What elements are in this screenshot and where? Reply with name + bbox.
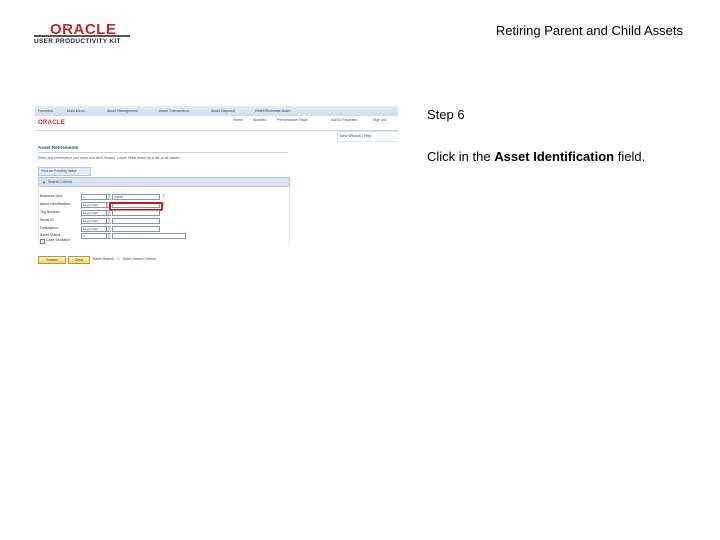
page-title: Asset Retirements (38, 145, 79, 150)
menu-worklist[interactable]: Worklist (253, 118, 266, 122)
chevron-down-icon[interactable] (106, 211, 111, 215)
chevron-down-icon[interactable] (106, 195, 111, 199)
field-label-asset-identification: Asset Identification: (40, 202, 72, 206)
instruction-target: Asset Identification (494, 149, 615, 164)
breadcrumb-retire-asset[interactable]: Retire/Reinstate Asset (255, 109, 291, 113)
topic-title: Retiring Parent and Child Assets (495, 23, 683, 38)
logo-subtitle: USER PRODUCTIVITY KIT (34, 38, 121, 45)
save-search-link[interactable]: Save Search Criteria (123, 257, 156, 261)
breadcrumb-asset-management[interactable]: Asset Management (107, 109, 138, 113)
breadcrumb-asset-disposal[interactable]: Asset Disposal (211, 109, 235, 113)
case-sensitive-label: Case Sensitive (46, 238, 70, 242)
field-label-tag-number: Tag Number: (40, 210, 61, 214)
search-button[interactable]: Search (38, 256, 66, 264)
search-icon[interactable]: ⚲ (162, 193, 165, 198)
step-instruction: Click in the Asset Identification field. (427, 149, 645, 164)
menu-performance-trace[interactable]: Performance Trace (277, 118, 308, 122)
basic-search-link[interactable]: Basic Search (93, 257, 114, 261)
oracle-upk-logo: ORACLE USER PRODUCTIVITY KIT (32, 22, 132, 48)
save-icon: ✎ (117, 257, 121, 261)
tab-find-existing-value[interactable]: Find an Existing Value (38, 167, 91, 176)
title-divider (38, 152, 288, 153)
business-unit-input[interactable]: US001 (112, 194, 160, 200)
menu-sign-out[interactable]: Sign out (373, 118, 386, 122)
menu-home[interactable]: Home (233, 118, 243, 122)
section-label: Search Criteria (48, 180, 72, 184)
breadcrumb-favorites[interactable]: Favorites (38, 109, 53, 113)
tag-number-input[interactable] (112, 210, 160, 216)
step-label: Step 6 (427, 107, 465, 122)
chevron-down-icon[interactable] (106, 234, 111, 238)
field-label-serial-id: Serial ID: (40, 218, 55, 222)
breadcrumb-asset-transactions[interactable]: Asset Transactions (159, 109, 189, 113)
breadcrumb-main-menu[interactable]: Main Menu (67, 109, 85, 113)
app-brand: ORACLE (38, 120, 66, 126)
subnav-links[interactable]: New Window | Help (340, 134, 371, 138)
logo-divider (34, 35, 130, 37)
instruction-prefix: Click in the (427, 149, 495, 164)
description-input[interactable] (112, 226, 160, 232)
page-description: Enter any information you have and click… (38, 156, 181, 160)
chevron-down-icon[interactable] (106, 227, 111, 231)
asset-status-select[interactable] (112, 233, 186, 239)
chevron-down-icon[interactable] (106, 219, 111, 223)
collapse-triangle-icon[interactable]: ▼ (42, 180, 46, 185)
serial-id-input[interactable] (112, 218, 160, 224)
field-label-business-unit: Business Unit: (40, 194, 63, 198)
clear-button[interactable]: Clear (68, 256, 90, 264)
instruction-suffix: field. (614, 149, 646, 164)
app-screenshot: Favorites Main Menu Asset Management Ass… (35, 106, 398, 266)
case-sensitive-checkbox[interactable] (40, 239, 45, 244)
field-label-description: Description: (40, 226, 59, 230)
field-label-asset-status: Asset Status: (40, 233, 62, 237)
menu-add-favorites[interactable]: Add to Favorites (331, 118, 357, 122)
